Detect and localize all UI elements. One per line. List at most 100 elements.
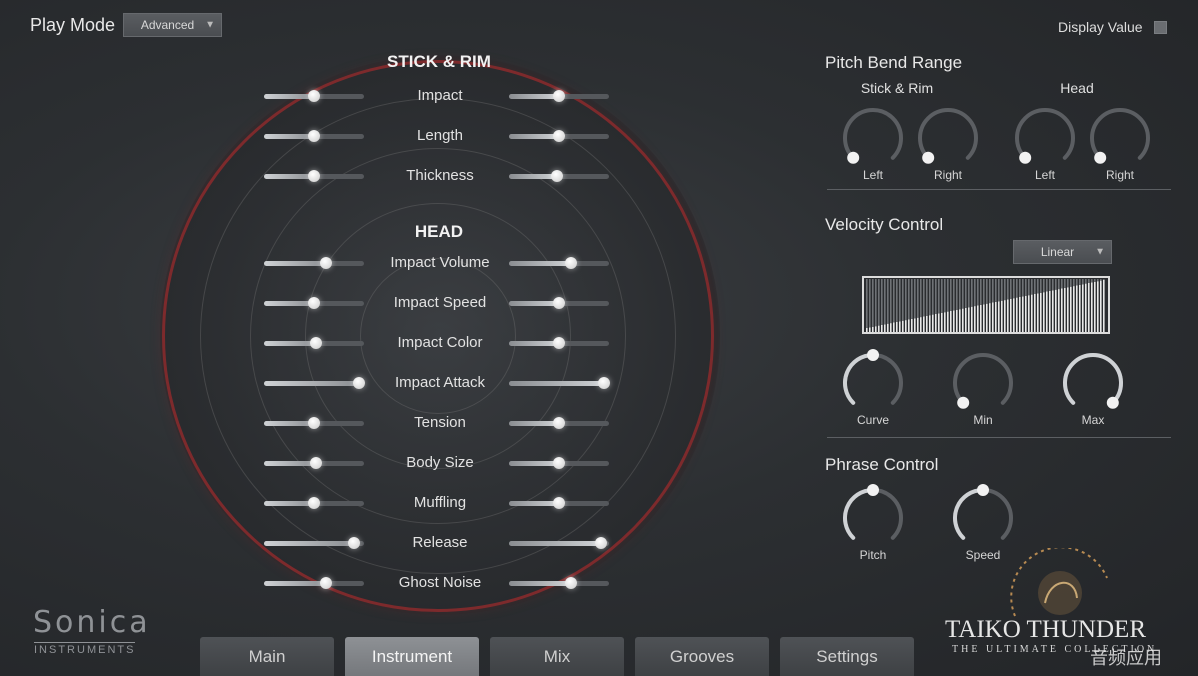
pitch-bend-stick-rim-left-knob[interactable] <box>838 103 908 173</box>
slider-thumb[interactable] <box>553 497 565 509</box>
head-impact-volume-right-slider[interactable] <box>509 257 609 269</box>
slider-fill <box>509 501 559 506</box>
slider-fill <box>264 341 316 346</box>
tab-grooves[interactable]: Grooves <box>635 637 769 676</box>
play-mode-dropdown[interactable]: Advanced ▼ <box>123 13 222 37</box>
chevron-down-icon: ▼ <box>1095 246 1105 258</box>
velocity-control-title: Velocity Control <box>825 215 944 234</box>
stick-rim-length-left-slider[interactable] <box>264 130 364 142</box>
slider-thumb[interactable] <box>353 377 365 389</box>
stick-rim-impact-left-slider[interactable] <box>264 90 364 102</box>
slider-fill <box>509 174 557 179</box>
slider-fill <box>264 261 326 266</box>
pitch-bend-head-right-label: Right <box>1105 168 1134 182</box>
tab-settings[interactable]: Settings <box>780 637 914 676</box>
slider-label: Thickness <box>406 167 474 184</box>
slider-fill <box>509 541 601 546</box>
velocity-curve-graph <box>866 279 1105 332</box>
velocity-min-label: Min <box>973 413 993 427</box>
slider-thumb[interactable] <box>598 377 610 389</box>
watermark-text: 音频应用 <box>1090 648 1162 668</box>
slider-thumb[interactable] <box>320 577 332 589</box>
slider-thumb[interactable] <box>308 170 320 182</box>
slider-fill <box>264 501 314 506</box>
head-impact-color-right-slider[interactable] <box>509 337 609 349</box>
chevron-down-icon: ▼ <box>205 19 215 31</box>
slider-thumb[interactable] <box>308 130 320 142</box>
slider-thumb[interactable] <box>320 257 332 269</box>
divider <box>827 189 1171 190</box>
velocity-max-knob[interactable] <box>1058 348 1128 418</box>
taiko-emblem <box>1005 546 1115 618</box>
slider-thumb[interactable] <box>565 577 577 589</box>
slider-fill <box>509 94 559 99</box>
slider-thumb[interactable] <box>553 457 565 469</box>
slider-label: Length <box>417 127 463 144</box>
slider-thumb[interactable] <box>553 337 565 349</box>
head-title: HEAD <box>414 222 464 241</box>
head-body-size-right-slider[interactable] <box>509 457 609 469</box>
slider-thumb[interactable] <box>553 130 565 142</box>
slider-label: Impact Color <box>397 334 483 351</box>
pitch-bend-head-left-knob[interactable] <box>1010 103 1080 173</box>
velocity-curve-knob[interactable] <box>838 348 908 418</box>
slider-label: Impact Speed <box>393 294 487 311</box>
slider-fill <box>264 421 314 426</box>
stick-rim-thickness-left-slider[interactable] <box>264 170 364 182</box>
slider-thumb[interactable] <box>348 537 360 549</box>
head-impact-attack-right-slider[interactable] <box>509 377 610 389</box>
velocity-max-label: Max <box>1081 413 1105 427</box>
sonica-logo-subtitle: INSTRUMENTS <box>34 642 136 656</box>
slider-thumb[interactable] <box>565 257 577 269</box>
slider-label: Impact <box>417 87 463 104</box>
stick-rim-impact-right-slider[interactable] <box>509 90 609 102</box>
slider-label: Body Size <box>406 454 474 471</box>
head-ghost-noise-left-slider[interactable] <box>264 577 364 589</box>
head-ghost-noise-right-slider[interactable] <box>509 577 609 589</box>
velocity-curve-value: Linear <box>1040 245 1075 259</box>
head-impact-volume-left-slider[interactable] <box>264 257 364 269</box>
slider-thumb[interactable] <box>595 537 607 549</box>
stick-rim-thickness-right-slider[interactable] <box>509 170 609 182</box>
head-tension-left-slider[interactable] <box>264 417 364 429</box>
slider-thumb[interactable] <box>553 90 565 102</box>
velocity-curve-dropdown[interactable]: Linear ▼ <box>1013 240 1112 264</box>
slider-thumb[interactable] <box>308 417 320 429</box>
slider-thumb[interactable] <box>553 417 565 429</box>
phrase-speed-knob[interactable] <box>948 483 1018 553</box>
pitch-bend-head-right-knob[interactable] <box>1085 103 1155 173</box>
slider-thumb[interactable] <box>553 297 565 309</box>
head-body-size-left-slider[interactable] <box>264 457 364 469</box>
pitch-bend-stick-rim-title: Stick & Rim <box>860 80 934 96</box>
velocity-min-knob[interactable] <box>948 348 1018 418</box>
head-release-right-slider[interactable] <box>509 537 609 549</box>
slider-fill <box>509 341 559 346</box>
tab-mix[interactable]: Mix <box>490 637 624 676</box>
display-value-checkbox[interactable] <box>1154 21 1167 34</box>
display-value-label: Display Value <box>1058 19 1143 35</box>
head-release-left-slider[interactable] <box>264 537 364 549</box>
tab-main[interactable]: Main <box>200 637 334 676</box>
slider-thumb[interactable] <box>308 497 320 509</box>
head-tension-right-slider[interactable] <box>509 417 609 429</box>
tab-instrument[interactable]: Instrument <box>345 637 479 676</box>
stick-rim-length-right-slider[interactable] <box>509 130 609 142</box>
head-impact-speed-left-slider[interactable] <box>264 297 364 309</box>
head-muffling-right-slider[interactable] <box>509 497 609 509</box>
head-impact-speed-right-slider[interactable] <box>509 297 609 309</box>
slider-thumb[interactable] <box>310 337 322 349</box>
head-impact-color-left-slider[interactable] <box>264 337 364 349</box>
pitch-bend-stick-rim-right-knob[interactable] <box>913 103 983 173</box>
phrase-pitch-knob[interactable] <box>838 483 908 553</box>
slider-thumb[interactable] <box>308 90 320 102</box>
slider-thumb[interactable] <box>551 170 563 182</box>
pitch-bend-stick-rim-left-label: Left <box>862 168 883 182</box>
slider-fill <box>264 381 359 386</box>
taiko-thunder-logo: TAIKO THUNDER <box>945 616 1146 643</box>
slider-fill <box>264 541 354 546</box>
slider-label: Release <box>412 534 468 551</box>
slider-thumb[interactable] <box>308 297 320 309</box>
slider-thumb[interactable] <box>310 457 322 469</box>
head-muffling-left-slider[interactable] <box>264 497 364 509</box>
head-impact-attack-left-slider[interactable] <box>264 377 365 389</box>
